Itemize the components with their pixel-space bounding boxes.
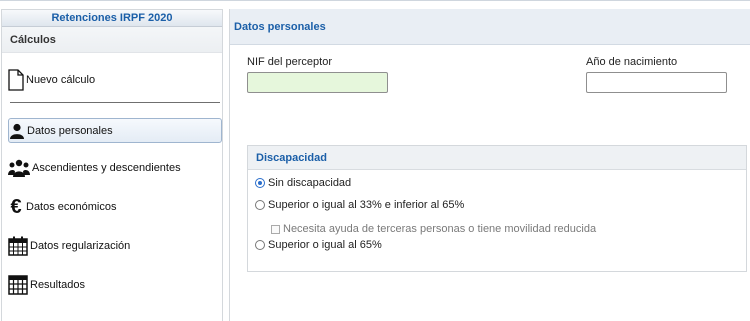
sidebar-divider xyxy=(10,102,220,103)
sidebar-item-datos-personales[interactable]: Datos personales xyxy=(8,118,222,143)
sidebar-item-resultados[interactable]: Resultados xyxy=(8,272,222,298)
radio-65[interactable]: Superior o igual al 65% xyxy=(255,239,382,251)
disability-panel: Discapacidad Sin discapacidad Superior o… xyxy=(247,145,747,272)
sidebar-item-datos-economicos[interactable]: € Datos económicos xyxy=(8,194,222,220)
radio-label: Superior o igual al 65% xyxy=(268,239,382,251)
radio-sin-discapacidad[interactable]: Sin discapacidad xyxy=(255,177,351,189)
sidebar-item-label: Datos personales xyxy=(27,124,113,137)
top-border xyxy=(0,0,750,4)
person-icon xyxy=(9,123,25,139)
radio-unchecked[interactable] xyxy=(255,200,265,210)
sidebar-title: Retenciones IRPF 2020 xyxy=(2,10,222,27)
calculator-icon xyxy=(8,275,28,295)
birth-year-label: Año de nacimiento xyxy=(586,56,678,68)
radio-unchecked[interactable] xyxy=(255,240,265,250)
main-panel: Datos personales NIF del perceptor Año d… xyxy=(229,9,750,321)
nif-input[interactable] xyxy=(247,72,388,93)
checkbox[interactable] xyxy=(271,224,280,234)
sidebar: Retenciones IRPF 2020 Cálculos Nuevo cál… xyxy=(1,9,223,321)
help-checkbox[interactable]: Necesita ayuda de terceras personas o ti… xyxy=(271,223,596,235)
new-calc-label: Nuevo cálculo xyxy=(26,74,96,86)
euro-icon: € xyxy=(10,195,22,218)
disability-title: Discapacidad xyxy=(248,146,746,170)
sidebar-item-label: Datos regularización xyxy=(30,240,131,252)
sidebar-item-datos-regularizacion[interactable]: Datos regularización xyxy=(8,233,222,259)
radio-checked[interactable] xyxy=(255,178,265,188)
sidebar-section-calculos: Cálculos xyxy=(2,27,222,53)
sidebar-item-label: Ascendientes y descendientes xyxy=(32,162,181,174)
radio-33-65[interactable]: Superior o igual al 33% e inferior al 65… xyxy=(255,199,464,211)
document-icon xyxy=(8,69,24,91)
group-icon xyxy=(8,159,30,177)
sidebar-item-label: Resultados xyxy=(30,279,86,291)
page-title: Datos personales xyxy=(230,9,750,45)
radio-label: Sin discapacidad xyxy=(268,177,352,189)
radio-label: Superior o igual al 33% e inferior al 65… xyxy=(268,199,465,211)
checkbox-label: Necesita ayuda de terceras personas o ti… xyxy=(283,223,597,235)
birth-year-input[interactable] xyxy=(586,72,727,93)
sidebar-item-label: Datos económicos xyxy=(26,201,117,213)
new-calc-link[interactable]: Nuevo cálculo xyxy=(8,66,222,94)
nif-label: NIF del perceptor xyxy=(247,56,332,68)
calendar-icon xyxy=(8,236,28,256)
sidebar-item-ascendientes[interactable]: Ascendientes y descendientes xyxy=(8,154,222,182)
